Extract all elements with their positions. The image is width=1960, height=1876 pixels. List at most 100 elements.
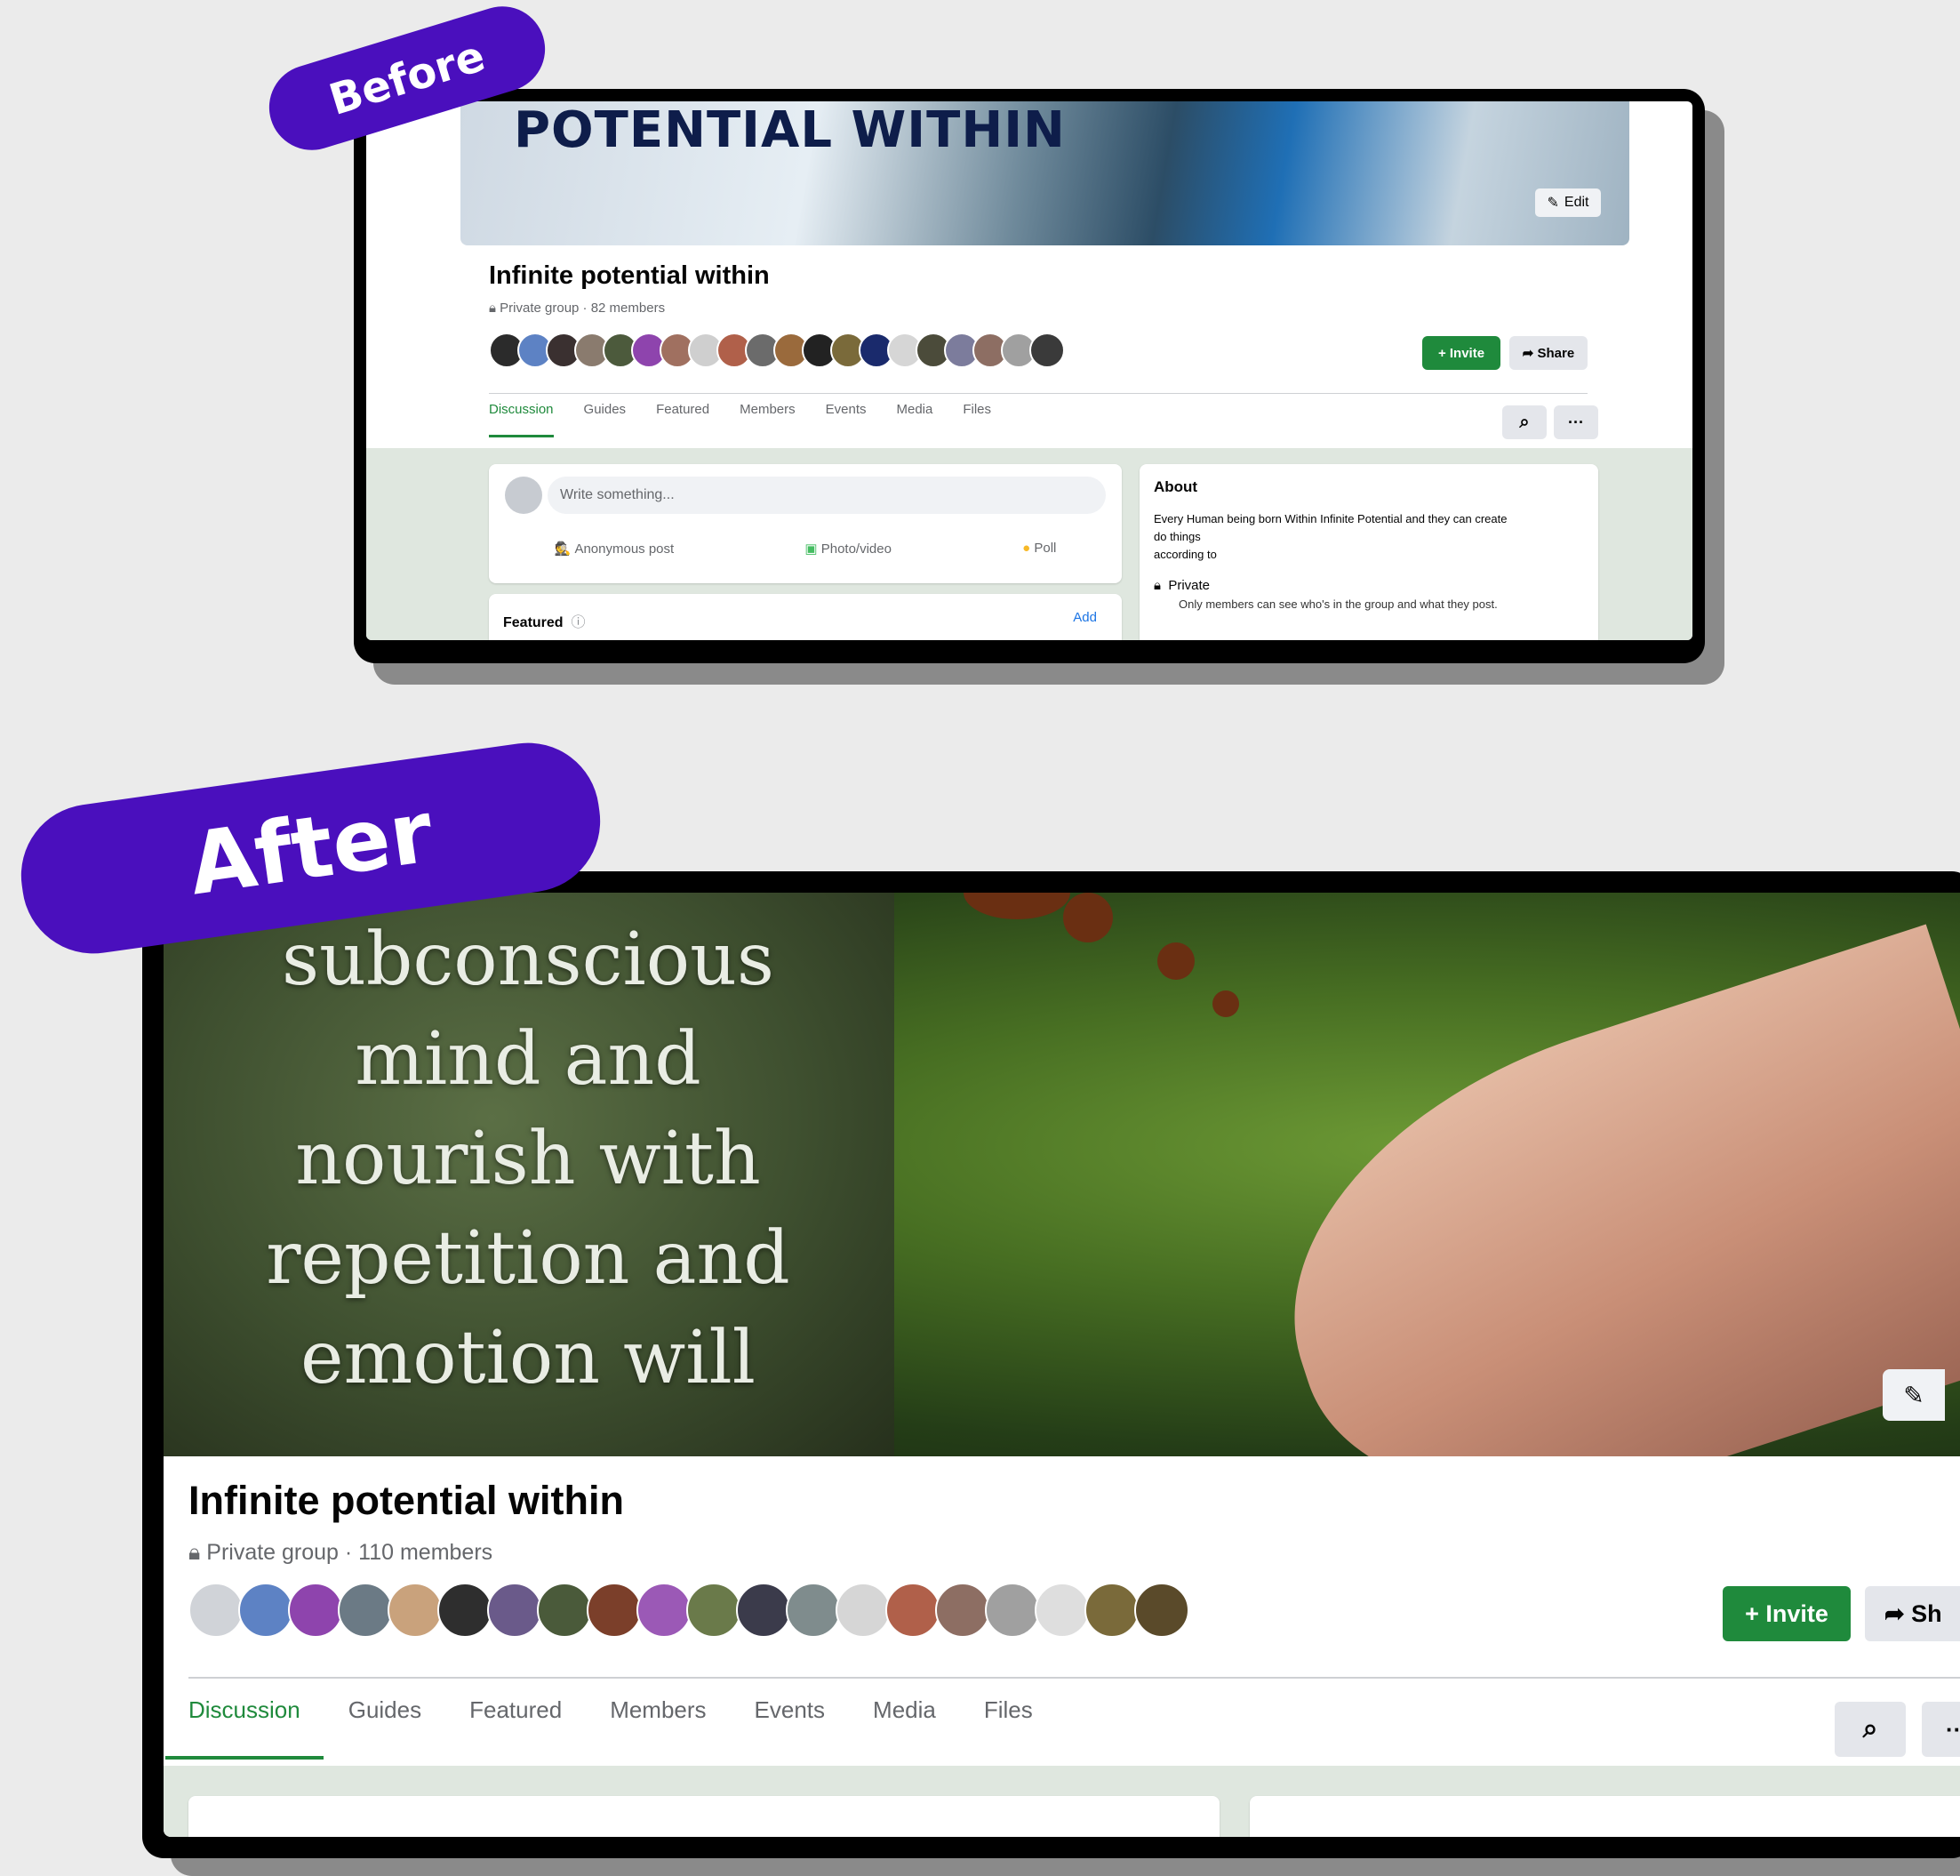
cover-quote: subconscious mind and nourish with repet… (190, 910, 866, 1408)
featured-add-link[interactable]: Add (1073, 610, 1097, 625)
before-screen: POTENTIAL WITHIN ✎ Edit Infinite potenti… (366, 101, 1692, 640)
tab-guides[interactable]: Guides (348, 1696, 421, 1760)
avatar (505, 477, 542, 514)
more-icon: ··· (1946, 1715, 1960, 1743)
after-screen: subconscious mind and nourish with repet… (164, 893, 1960, 1837)
lock-icon: 🔒︎ (489, 301, 496, 316)
member-avatar[interactable] (1035, 1583, 1090, 1638)
share-button[interactable]: ➦ Sh (1865, 1586, 1960, 1641)
edit-cover-button[interactable]: ✎ Edit (1535, 188, 1601, 217)
about-card: About Every Human being born Within Infi… (1140, 464, 1598, 640)
decorative-blob (1063, 893, 1113, 942)
member-avatar[interactable] (238, 1583, 293, 1638)
about-line: according to (1154, 548, 1217, 561)
decorative-blob (964, 893, 1070, 919)
member-avatar[interactable] (686, 1583, 741, 1638)
about-title: About (1154, 478, 1198, 495)
share-icon: ➦ (1884, 1599, 1912, 1627)
invite-button[interactable]: + Invite (1723, 1586, 1851, 1641)
search-button[interactable]: ⌕ (1502, 405, 1547, 439)
hand-image (1232, 924, 1960, 1456)
tab-media[interactable]: Media (873, 1696, 936, 1760)
privacy-title: 🔒︎ Private (1154, 578, 1210, 593)
about-card (1250, 1796, 1960, 1837)
member-avatar[interactable] (537, 1583, 592, 1638)
write-something-input[interactable]: Write something... (548, 477, 1106, 514)
member-avatars[interactable] (489, 333, 1065, 368)
member-avatar[interactable] (985, 1583, 1040, 1638)
poll-button[interactable]: ● Poll (1022, 541, 1056, 557)
invite-button[interactable]: + Invite (1422, 336, 1500, 370)
pencil-icon: ✎ (1903, 1381, 1924, 1409)
decorative-blob (1212, 990, 1239, 1017)
tab-discussion[interactable]: Discussion (489, 402, 554, 437)
composer-actions: 🕵 Anonymous post ▣ Photo/video ● Poll (489, 541, 1122, 557)
featured-card: Featured ⓘ Add (489, 594, 1122, 640)
member-avatar[interactable] (786, 1583, 841, 1638)
after-device-frame: subconscious mind and nourish with repet… (142, 871, 1960, 1858)
edit-cover-button[interactable]: ✎ (1883, 1369, 1945, 1421)
member-avatar[interactable] (836, 1583, 891, 1638)
anonymous-post-button[interactable]: 🕵 Anonymous post (555, 541, 675, 557)
member-avatar[interactable] (1084, 1583, 1140, 1638)
search-icon: ⌕ (1862, 1714, 1878, 1744)
share-label: Share (1537, 345, 1575, 361)
group-privacy-members: Private group · 110 members (206, 1540, 493, 1565)
tab-media[interactable]: Media (896, 402, 932, 437)
tab-members[interactable]: Members (610, 1696, 706, 1760)
poll-icon: ● (1022, 541, 1035, 556)
member-avatar[interactable] (587, 1583, 642, 1638)
quote-line: repetition and (266, 1216, 790, 1301)
more-button[interactable]: ··· (1554, 405, 1598, 439)
tab-events[interactable]: Events (826, 402, 867, 437)
search-button[interactable]: ⌕ (1835, 1702, 1906, 1757)
member-avatar[interactable] (388, 1583, 443, 1638)
member-avatar[interactable] (487, 1583, 542, 1638)
group-tabs: Discussion Guides Featured Members Event… (165, 1696, 1033, 1760)
member-avatar[interactable] (437, 1583, 492, 1638)
tab-members[interactable]: Members (740, 402, 796, 437)
member-avatar[interactable] (188, 1583, 244, 1638)
member-avatar[interactable] (1029, 333, 1065, 368)
member-avatar[interactable] (1134, 1583, 1189, 1638)
member-avatar[interactable] (935, 1583, 990, 1638)
poll-label: Poll (1034, 541, 1057, 556)
edit-label: Edit (1564, 195, 1589, 210)
member-avatar[interactable] (338, 1583, 393, 1638)
featured-label: Featured (503, 615, 564, 630)
divider (489, 393, 1588, 394)
photo-video-label: Photo/video (820, 541, 892, 557)
group-title: Infinite potential within (489, 261, 770, 290)
tab-discussion[interactable]: Discussion (165, 1696, 324, 1760)
photo-video-button[interactable]: ▣ Photo/video (804, 541, 892, 557)
tab-featured[interactable]: Featured (656, 402, 709, 437)
more-button[interactable]: ··· (1922, 1702, 1960, 1757)
group-title: Infinite potential within (188, 1478, 624, 1523)
post-composer (188, 1796, 1220, 1837)
anonymous-icon: 🕵 (554, 541, 575, 557)
share-icon: ➦ (1522, 346, 1538, 361)
about-line: Every Human being born Within Infinite P… (1154, 512, 1508, 525)
quote-line: emotion will (300, 1316, 756, 1400)
member-avatar[interactable] (885, 1583, 940, 1638)
tab-files[interactable]: Files (984, 1696, 1033, 1760)
member-avatar[interactable] (736, 1583, 791, 1638)
info-icon[interactable]: ⓘ (567, 615, 585, 630)
cover-text: POTENTIAL WITHIN (514, 101, 1066, 159)
lock-icon: 🔒︎ (1154, 578, 1165, 593)
member-avatars[interactable] (188, 1583, 1189, 1638)
member-avatar[interactable] (288, 1583, 343, 1638)
share-button[interactable]: ➦ Share (1509, 336, 1588, 370)
cover-photo: POTENTIAL WITHIN ✎ Edit (460, 101, 1629, 245)
member-avatar[interactable] (636, 1583, 692, 1638)
tab-events[interactable]: Events (755, 1696, 826, 1760)
before-device-frame: POTENTIAL WITHIN ✎ Edit Infinite potenti… (354, 89, 1705, 663)
tab-guides[interactable]: Guides (584, 402, 627, 437)
tab-files[interactable]: Files (963, 402, 991, 437)
share-label: Sh (1911, 1599, 1942, 1627)
group-tabs: Discussion Guides Featured Members Event… (489, 402, 991, 437)
group-subtitle: 🔒︎ Private group · 82 members (489, 301, 665, 316)
about-line: do things (1154, 530, 1201, 543)
featured-heading: Featured ⓘ (503, 610, 585, 631)
tab-featured[interactable]: Featured (469, 1696, 562, 1760)
